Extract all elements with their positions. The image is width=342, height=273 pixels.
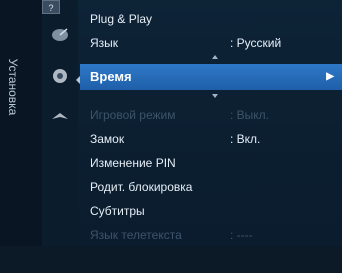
menu-item-label: Время bbox=[90, 69, 132, 84]
scroll-up-caret-icon bbox=[212, 55, 218, 59]
category-icons: ? bbox=[42, 0, 78, 273]
menu-item-game-mode: Игровой режим : Выкл. bbox=[80, 104, 342, 126]
scroll-down-caret-icon bbox=[212, 94, 218, 98]
menu-item-value: : Вкл. bbox=[230, 132, 261, 146]
menu-item-value: : Выкл. bbox=[230, 108, 270, 122]
menu-item-label: Язык bbox=[90, 36, 119, 50]
menu-item-value: : Русский bbox=[230, 36, 282, 50]
menu-item-label: Замок bbox=[90, 132, 125, 146]
menu-item-language[interactable]: Язык : Русский bbox=[80, 32, 342, 54]
menu-item-time[interactable]: Время ▶ bbox=[80, 64, 342, 90]
menu-item-change-pin[interactable]: Изменение PIN bbox=[80, 152, 342, 174]
menu-item-label: Язык телетекста bbox=[90, 228, 182, 242]
menu-item-parental-lock[interactable]: Родит. блокировка bbox=[80, 176, 342, 198]
menu-item-label: Субтитры bbox=[90, 204, 145, 218]
gear-icon[interactable] bbox=[48, 65, 72, 87]
menu-item-label: Изменение PIN bbox=[90, 156, 176, 170]
menu-item-label: Plug & Play bbox=[90, 12, 153, 26]
side-tab-label-box: Установка bbox=[4, 42, 22, 132]
side-tab-label: Установка bbox=[6, 58, 20, 116]
menu-item-teletext-language: Язык телетекста : ---- bbox=[80, 224, 342, 246]
bottom-bar bbox=[0, 246, 342, 273]
menu-item-value: : ---- bbox=[230, 228, 253, 242]
tv-osd-menu: Установка ? Plug & Play Язык : Русский В… bbox=[0, 0, 342, 273]
help-icon[interactable]: ? bbox=[42, 0, 60, 14]
side-tab: Установка bbox=[0, 0, 42, 273]
submenu-arrow-icon: ▶ bbox=[326, 71, 334, 82]
menu-item-lock[interactable]: Замок : Вкл. bbox=[80, 128, 342, 150]
menu-item-label: Родит. блокировка bbox=[90, 180, 193, 194]
input-icon[interactable] bbox=[48, 105, 72, 127]
satellite-dish-icon[interactable] bbox=[48, 25, 72, 47]
menu-item-label: Игровой режим bbox=[90, 108, 176, 122]
menu-item-plug-play[interactable]: Plug & Play bbox=[80, 8, 342, 30]
menu-item-subtitles[interactable]: Субтитры bbox=[80, 200, 342, 222]
setup-menu: Plug & Play Язык : Русский Время ▶ Игров… bbox=[80, 8, 342, 242]
